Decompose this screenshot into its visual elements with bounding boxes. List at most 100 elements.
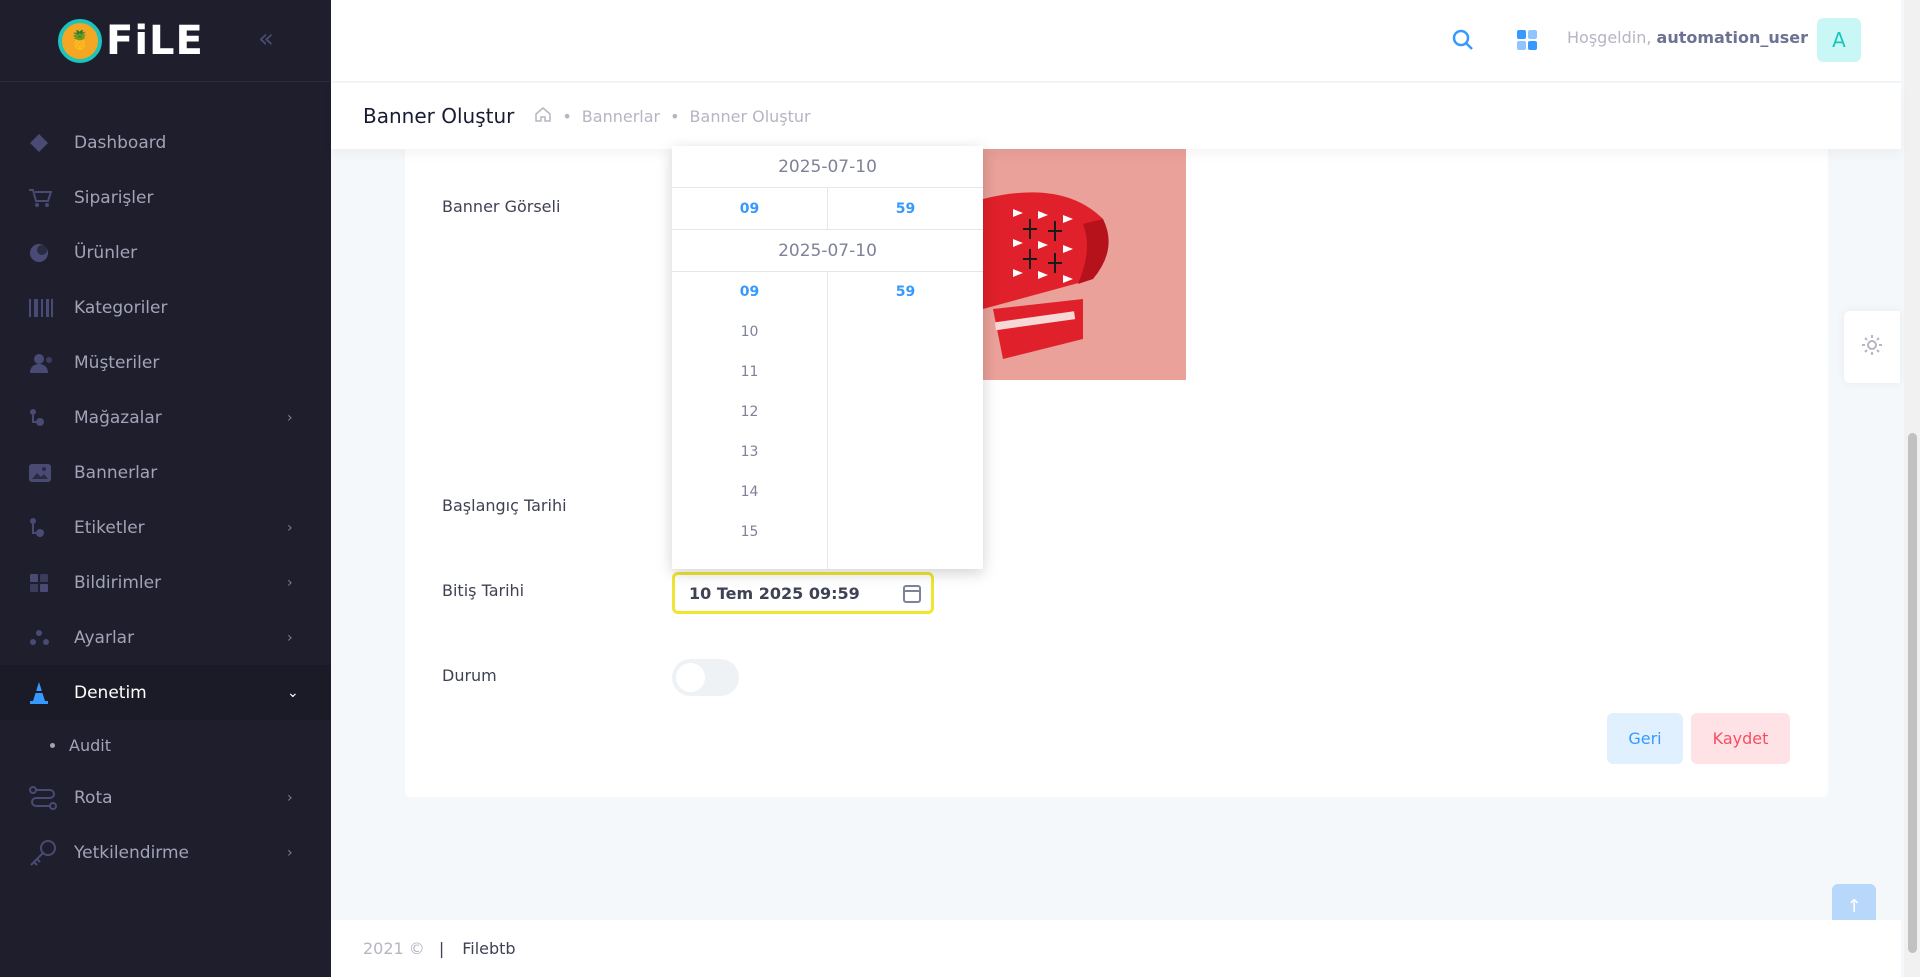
sidebar-item-rota[interactable]: Rota › <box>0 770 331 825</box>
settings-panel-toggle[interactable] <box>1844 311 1900 383</box>
sidebar: 🍍 FiLE « Dashboard Siparişler Ürünler Ka… <box>0 0 331 977</box>
hour-option[interactable]: 15 <box>672 512 827 552</box>
hour-option[interactable]: 10 <box>672 312 827 352</box>
sidebar-item-siparisler[interactable]: Siparişler <box>0 170 331 225</box>
dashboard-icon <box>28 132 58 154</box>
store-icon <box>28 407 58 429</box>
username: automation_user <box>1656 28 1808 47</box>
status-toggle[interactable] <box>672 659 739 696</box>
sidebar-item-bildirimler[interactable]: Bildirimler › <box>0 555 331 610</box>
settings-nodes-icon <box>28 627 58 649</box>
sidebar-item-bannerlar[interactable]: Bannerlar <box>0 445 331 500</box>
sidebar-item-musteriler[interactable]: Müşteriler <box>0 335 331 390</box>
sidebar-item-label: Rota <box>74 787 113 808</box>
breadcrumb-separator: • <box>562 106 572 126</box>
sidebar-item-label: Yetkilendirme <box>74 842 189 863</box>
route-icon <box>28 785 58 810</box>
scrollbar-thumb[interactable] <box>1908 433 1917 953</box>
hour-option[interactable]: 09 <box>672 272 827 312</box>
product-icon <box>28 242 58 264</box>
tag-icon <box>28 517 58 539</box>
image-icon <box>28 462 58 484</box>
datetime-picker: 2025-07-10 09 59 2025-07-10 09 10 11 12 … <box>672 146 983 569</box>
search-icon[interactable] <box>1451 28 1475 52</box>
minute-option[interactable]: 59 <box>828 272 983 312</box>
end-date-value: 10 Tem 2025 09:59 <box>689 583 860 603</box>
barcode-icon <box>28 297 58 319</box>
sidebar-item-label: Mağazalar <box>74 407 162 428</box>
home-icon[interactable] <box>534 106 552 126</box>
subheader: Banner Oluştur • Bannerlar • Banner Oluş… <box>331 83 1901 149</box>
sidebar-item-ayarlar[interactable]: Ayarlar › <box>0 610 331 665</box>
picker-hour-selected[interactable]: 09 <box>672 188 828 229</box>
chevron-down-icon: ⌄ <box>287 684 299 701</box>
arrow-up-icon: ↑ <box>1846 895 1862 917</box>
apps-grid-icon[interactable] <box>1515 28 1539 52</box>
footer-divider: | <box>438 939 445 958</box>
chevron-right-icon: › <box>287 844 293 861</box>
welcome-text[interactable]: Hoşgeldin, automation_user <box>1567 28 1808 47</box>
banner-image-label: Banner Görseli <box>442 197 561 216</box>
picker-hour-list[interactable]: 09 10 11 12 13 14 15 <box>672 272 828 569</box>
status-label: Durum <box>442 666 497 685</box>
hour-option[interactable]: 13 <box>672 432 827 472</box>
picker-selected-time: 09 59 <box>672 188 983 230</box>
chevron-right-icon: › <box>287 519 293 536</box>
breadcrumb-current: Banner Oluştur <box>689 106 811 126</box>
traffic-cone-icon <box>28 681 58 704</box>
sidebar-subitem-audit[interactable]: Audit <box>0 720 331 770</box>
sidebar-item-label: Kategoriler <box>74 297 168 318</box>
sidebar-item-dashboard[interactable]: Dashboard <box>0 115 331 170</box>
footer: 2021 © | Filebtb <box>331 920 1901 977</box>
top-header: Hoşgeldin, automation_user A <box>331 0 1901 82</box>
chevron-right-icon: › <box>287 629 293 646</box>
sidebar-item-magazalar[interactable]: Mağazalar › <box>0 390 331 445</box>
bullet-icon <box>50 742 55 748</box>
hour-option[interactable]: 12 <box>672 392 827 432</box>
breadcrumb-separator: • <box>670 106 680 126</box>
users-icon <box>28 352 58 374</box>
sidebar-item-label: Denetim <box>74 682 147 703</box>
avatar[interactable]: A <box>1817 18 1861 62</box>
sidebar-item-urunler[interactable]: Ürünler <box>0 225 331 280</box>
sidebar-item-denetim[interactable]: Denetim ⌄ <box>0 665 331 720</box>
logo-bar: 🍍 FiLE « <box>0 0 331 82</box>
sidebar-item-label: Etiketler <box>74 517 145 538</box>
logo-text[interactable]: FiLE <box>106 18 204 64</box>
sidebar-menu: Dashboard Siparişler Ürünler Kategoriler… <box>0 115 331 880</box>
footer-copyright: 2021 © <box>363 939 425 958</box>
banner-image-preview[interactable] <box>983 149 1186 380</box>
end-date-input[interactable]: 10 Tem 2025 09:59 <box>672 572 934 614</box>
sidebar-item-label: Bannerlar <box>74 462 158 483</box>
sidebar-item-yetkilendirme[interactable]: Yetkilendirme › <box>0 825 331 880</box>
picker-date-secondary[interactable]: 2025-07-10 <box>672 230 983 272</box>
picker-date-header[interactable]: 2025-07-10 <box>672 146 983 188</box>
calendar-icon[interactable] <box>903 585 921 603</box>
picker-minute-list[interactable]: 59 <box>828 272 983 569</box>
sidebar-item-kategoriler[interactable]: Kategoriler <box>0 280 331 335</box>
sidebar-item-label: Bildirimler <box>74 572 162 593</box>
page-title: Banner Oluştur <box>363 104 515 128</box>
footer-brand-link[interactable]: Filebtb <box>462 939 515 958</box>
logo-glyph: 🍍 <box>68 30 92 51</box>
chevron-right-icon: › <box>287 789 293 806</box>
sidebar-item-etiketler[interactable]: Etiketler › <box>0 500 331 555</box>
chevron-right-icon: › <box>287 574 293 591</box>
gear-icon <box>1860 333 1884 361</box>
hour-option[interactable]: 14 <box>672 472 827 512</box>
cart-icon <box>28 187 58 209</box>
picker-lists: 09 10 11 12 13 14 15 59 <box>672 272 983 569</box>
logo-mark[interactable]: 🍍 <box>58 18 102 63</box>
breadcrumb: • Bannerlar • Banner Oluştur <box>534 106 811 126</box>
collapse-sidebar-icon[interactable]: « <box>258 24 274 54</box>
save-button[interactable]: Kaydet <box>1691 713 1790 764</box>
hour-option[interactable]: 11 <box>672 352 827 392</box>
back-button[interactable]: Geri <box>1607 713 1683 764</box>
end-date-label: Bitiş Tarihi <box>442 581 525 600</box>
page-scrollbar[interactable] <box>1904 0 1920 977</box>
sidebar-item-label: Müşteriler <box>74 352 160 373</box>
picker-minute-selected[interactable]: 59 <box>828 188 983 229</box>
breadcrumb-bannerlar[interactable]: Bannerlar <box>582 107 660 126</box>
start-date-label: Başlangıç Tarihi <box>442 496 567 515</box>
sidebar-item-label: Ayarlar <box>74 627 135 648</box>
